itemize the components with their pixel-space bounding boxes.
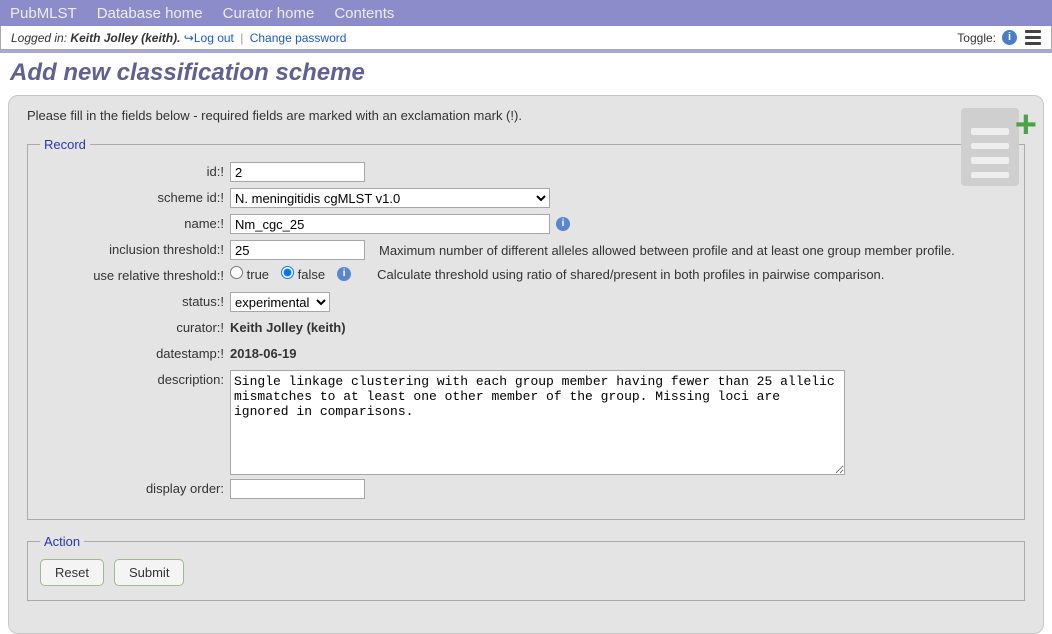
nav-database-home[interactable]: Database home bbox=[97, 5, 203, 22]
logout-link[interactable]: ↪Log out bbox=[184, 31, 234, 45]
info-icon[interactable]: i bbox=[337, 267, 351, 281]
reset-button[interactable]: Reset bbox=[40, 559, 104, 586]
display-order-label: display order: bbox=[40, 479, 230, 496]
user-bar: Logged in: Keith Jolley (keith). ↪Log ou… bbox=[0, 26, 1052, 50]
id-input[interactable] bbox=[230, 162, 365, 182]
inclusion-threshold-hint: Maximum number of different alleles allo… bbox=[379, 243, 955, 258]
description-label: description: bbox=[40, 370, 230, 387]
change-password-link[interactable]: Change password bbox=[250, 31, 347, 45]
menu-icon[interactable] bbox=[1025, 30, 1041, 45]
plus-icon: + bbox=[1015, 106, 1037, 144]
logout-icon: ↪ bbox=[184, 31, 194, 45]
action-fieldset: Action Reset Submit bbox=[27, 534, 1025, 601]
top-nav: PubMLST Database home Curator home Conte… bbox=[0, 0, 1052, 26]
info-icon[interactable]: i bbox=[556, 217, 570, 231]
info-toggle-icon[interactable]: i bbox=[1002, 30, 1017, 45]
user-display: Keith Jolley (keith). bbox=[70, 31, 180, 45]
description-textarea[interactable] bbox=[230, 370, 845, 475]
logged-in-label: Logged in: bbox=[11, 31, 67, 45]
relative-false-option[interactable]: false bbox=[281, 266, 325, 282]
relative-true-option[interactable]: true bbox=[230, 266, 269, 282]
nav-pubmlst[interactable]: PubMLST bbox=[10, 5, 77, 22]
curator-label: curator:! bbox=[40, 318, 230, 335]
submit-button[interactable]: Submit bbox=[114, 559, 184, 586]
toggle-label: Toggle: bbox=[957, 31, 996, 45]
scheme-id-label: scheme id:! bbox=[40, 188, 230, 205]
page-title: Add new classification scheme bbox=[0, 53, 1052, 95]
relative-threshold-label: use relative threshold:! bbox=[40, 266, 230, 283]
action-legend: Action bbox=[40, 534, 84, 549]
record-fieldset: Record id:! scheme id:! N. meningitidis … bbox=[27, 137, 1025, 520]
datestamp-value: 2018-06-19 bbox=[230, 344, 297, 361]
add-document-icon: + bbox=[961, 108, 1031, 188]
record-legend: Record bbox=[40, 137, 90, 152]
relative-false-radio[interactable] bbox=[281, 266, 294, 279]
form-panel: + Please fill in the fields below - requ… bbox=[8, 95, 1044, 634]
status-label: status:! bbox=[40, 292, 230, 309]
id-label: id:! bbox=[40, 162, 230, 179]
relative-true-radio[interactable] bbox=[230, 266, 243, 279]
nav-contents[interactable]: Contents bbox=[334, 5, 394, 22]
intro-text: Please fill in the fields below - requir… bbox=[27, 108, 1025, 123]
nav-curator-home[interactable]: Curator home bbox=[223, 5, 315, 22]
inclusion-threshold-input[interactable] bbox=[230, 240, 365, 260]
curator-value: Keith Jolley (keith) bbox=[230, 318, 346, 335]
name-input[interactable] bbox=[230, 214, 550, 234]
inclusion-threshold-label: inclusion threshold:! bbox=[40, 240, 230, 257]
name-label: name:! bbox=[40, 214, 230, 231]
scheme-id-select[interactable]: N. meningitidis cgMLST v1.0 bbox=[230, 188, 550, 208]
relative-threshold-hint: Calculate threshold using ratio of share… bbox=[377, 267, 884, 282]
display-order-input[interactable] bbox=[230, 479, 365, 499]
datestamp-label: datestamp:! bbox=[40, 344, 230, 361]
status-select[interactable]: experimental bbox=[230, 292, 330, 312]
